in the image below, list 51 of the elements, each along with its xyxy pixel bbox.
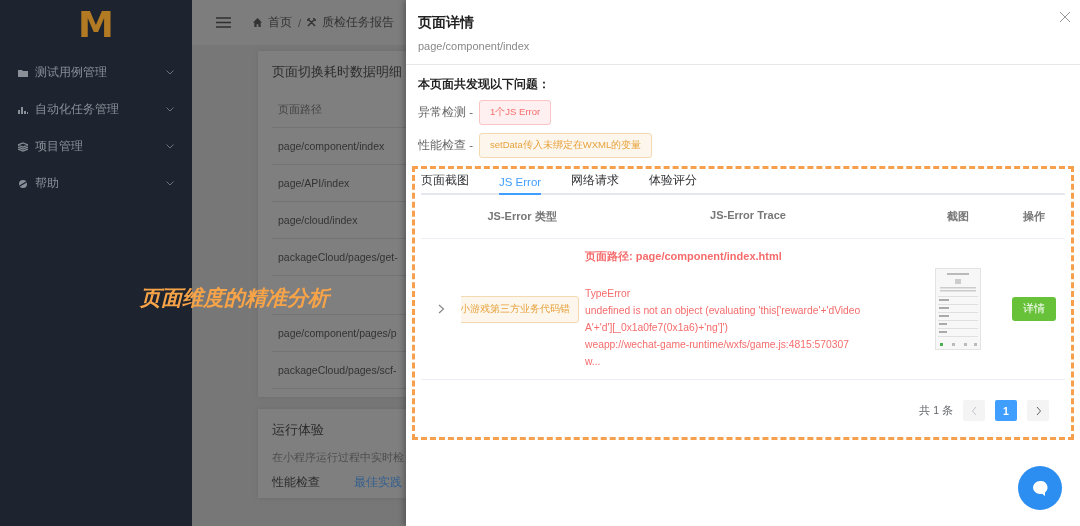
column-header: 操作 bbox=[1003, 195, 1065, 239]
trace-line: TypeError bbox=[585, 287, 632, 301]
issue-label: 异常检测 - bbox=[418, 105, 474, 120]
trace-line: undefined is not an object (evaluating 'this['rewarde'+'dVideo bbox=[585, 304, 862, 318]
layers-icon bbox=[18, 141, 28, 152]
close-icon[interactable] bbox=[1060, 12, 1070, 22]
sidebar-item[interactable]: 测试用例管理 bbox=[0, 54, 192, 91]
summary-text: 本页面共发现以下问题： bbox=[418, 77, 551, 92]
section-label: 性能检查 bbox=[272, 475, 320, 490]
chevron-icon bbox=[166, 107, 174, 112]
expand-icon[interactable] bbox=[437, 304, 445, 314]
tab[interactable]: JS Error bbox=[499, 175, 542, 195]
issue-tag: 1个JS Error bbox=[479, 100, 552, 125]
column-header: JS-Error Trace bbox=[583, 195, 913, 239]
total-count: 共 1 条 bbox=[919, 403, 953, 418]
card-title: 运行体验 bbox=[272, 422, 324, 439]
drawer-subtitle: page/component/index bbox=[418, 40, 531, 52]
chat-bubble-icon bbox=[1031, 479, 1049, 497]
chevron-right-icon bbox=[1035, 406, 1041, 415]
sidebar-item[interactable]: 帮助 bbox=[0, 165, 192, 202]
logo: M bbox=[77, 3, 115, 47]
menu-icon[interactable] bbox=[216, 17, 231, 28]
issue-tag: setData传入未绑定在WXML的变量 bbox=[479, 133, 653, 158]
next-page-button[interactable] bbox=[1027, 400, 1049, 421]
sidebar-item[interactable]: 项目管理 bbox=[0, 128, 192, 165]
chevron-icon bbox=[166, 70, 174, 75]
column-header: JS-Error 类型 bbox=[461, 195, 583, 239]
trace-line: A'+'d'][_0x1a0fe7(0x1a6)+'ng']') bbox=[585, 321, 729, 335]
tab[interactable]: 体验评分 bbox=[649, 172, 698, 195]
chevron-icon bbox=[166, 181, 174, 186]
page-button[interactable]: 1 bbox=[995, 400, 1017, 421]
screenshot-thumbnail[interactable] bbox=[935, 268, 981, 350]
trace-line: weapp://wechat-game-runtime/wxfs/game.js:4815:570307 bbox=[585, 338, 850, 352]
breadcrumb-link[interactable]: 首页 bbox=[268, 15, 292, 30]
globe-icon bbox=[18, 178, 28, 189]
card-title: 页面切换耗时数据明细 bbox=[272, 64, 402, 81]
home-icon bbox=[253, 18, 262, 27]
chevron-icon bbox=[166, 144, 174, 149]
drawer-title: 页面详情 bbox=[418, 14, 474, 32]
column-header: 截图 bbox=[913, 195, 1003, 239]
folder-icon bbox=[18, 67, 28, 78]
page-path-text: 页面路径: page/component/index.html bbox=[585, 249, 783, 264]
trace-line: w... bbox=[585, 355, 602, 369]
sidebar-item[interactable]: 自动化任务管理 bbox=[0, 91, 192, 128]
tab[interactable]: 页面截图 bbox=[421, 172, 469, 195]
chevron-left-icon bbox=[971, 406, 977, 415]
crossed-tools-icon bbox=[307, 18, 317, 27]
breadcrumb-separator: / bbox=[298, 16, 302, 29]
bar-chart-icon bbox=[18, 104, 28, 115]
breadcrumb-link[interactable]: 质检任务报告 bbox=[322, 15, 395, 30]
issue-label: 性能检查 - bbox=[418, 138, 474, 153]
